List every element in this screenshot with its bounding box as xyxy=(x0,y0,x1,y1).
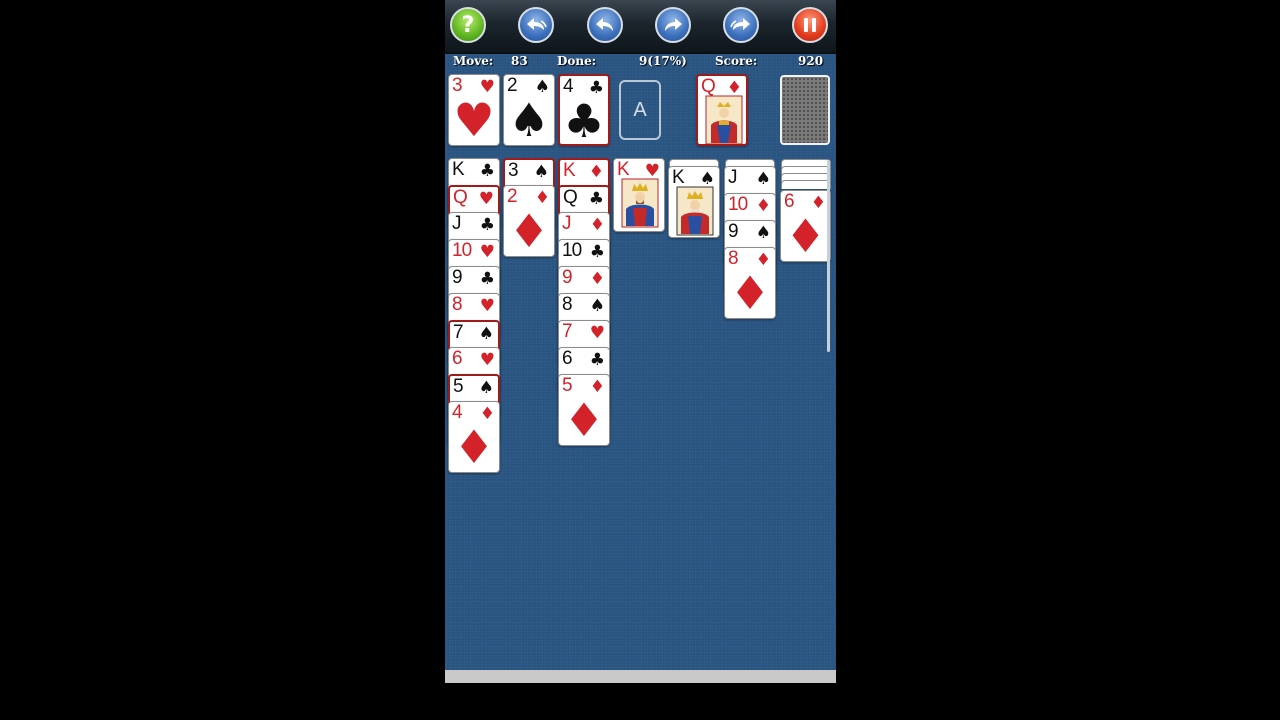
scrollbar[interactable] xyxy=(827,160,830,352)
double-redo-icon xyxy=(730,18,750,30)
foundation-spades[interactable]: 2 ♠ ♠ xyxy=(503,74,555,146)
diamond-icon: ♦ xyxy=(453,420,495,473)
waste-card[interactable]: Q ♦ xyxy=(696,74,748,146)
heart-icon: ♥ xyxy=(479,350,495,370)
done-label: Done: xyxy=(557,54,597,68)
diamond-icon: ♦ xyxy=(589,269,605,289)
score-label: Score: xyxy=(715,54,758,68)
game-screen: ? Move: 83 Done: 9(17%) Score: 920 3 ♥ ♥… xyxy=(445,0,836,683)
card-rank: Q xyxy=(563,187,578,208)
heart-icon: ♥ xyxy=(589,323,605,343)
queen-face-icon xyxy=(705,95,743,144)
card-rank: 9 xyxy=(452,267,463,288)
card-rank: 8 xyxy=(452,294,463,315)
undo-all-button[interactable] xyxy=(518,7,554,43)
foundation-clubs[interactable]: 4 ♣ ♣ xyxy=(558,74,610,146)
tableau-card[interactable]: 5 ♦ ♦ xyxy=(558,374,610,446)
spade-icon: ♠ xyxy=(755,223,771,243)
move-count: 83 xyxy=(511,54,528,68)
empty-foundation-slot[interactable]: A xyxy=(619,80,661,140)
card-rank: 7 xyxy=(453,322,464,343)
card-rank: 8 xyxy=(562,294,573,315)
ace-placeholder-label: A xyxy=(633,98,647,121)
card-rank: 6 xyxy=(562,348,573,369)
move-label: Move: xyxy=(453,54,494,68)
spade-icon: ♠ xyxy=(589,296,605,316)
status-bar: Move: 83 Done: 9(17%) Score: 920 xyxy=(445,54,836,72)
tableau-card[interactable]: 2 ♦ ♦ xyxy=(503,185,555,257)
bottom-bar xyxy=(445,670,836,683)
diamond-icon: ♦ xyxy=(508,204,550,257)
tableau-card[interactable]: 4 ♦ ♦ xyxy=(448,401,500,473)
club-icon: ♣ xyxy=(479,215,495,235)
heart-icon: ♥ xyxy=(479,296,495,316)
king-face-icon xyxy=(676,186,714,236)
redo-button[interactable] xyxy=(655,7,691,43)
diamond-icon: ♦ xyxy=(755,196,771,216)
club-icon: ♣ xyxy=(479,161,495,181)
diamond-icon: ♦ xyxy=(563,393,605,446)
redo-all-button[interactable] xyxy=(723,7,759,43)
card-rank: J xyxy=(452,213,461,234)
stock-pile[interactable] xyxy=(780,75,830,145)
spade-icon: ♠ xyxy=(755,169,771,189)
diamond-icon: ♦ xyxy=(729,266,771,319)
spade-icon: ♠ xyxy=(508,93,550,146)
card-rank: 9 xyxy=(562,267,573,288)
card-rank: K xyxy=(563,160,576,181)
score-value: 920 xyxy=(798,54,824,68)
diamond-icon: ♦ xyxy=(589,215,605,235)
card-rank: J xyxy=(562,213,571,234)
club-icon: ♣ xyxy=(589,350,605,370)
club-icon: ♣ xyxy=(479,269,495,289)
card-rank: 7 xyxy=(562,321,573,342)
help-button[interactable]: ? xyxy=(450,7,486,43)
card-rank: K xyxy=(452,159,465,180)
club-icon: ♣ xyxy=(563,94,605,146)
card-rank: Q xyxy=(453,187,468,208)
pause-button[interactable] xyxy=(792,7,828,43)
spade-icon: ♠ xyxy=(533,162,549,182)
face-down-card xyxy=(781,180,831,189)
heart-icon: ♥ xyxy=(479,242,495,262)
foundation-hearts[interactable]: 3 ♥ ♥ xyxy=(448,74,500,146)
undo-icon xyxy=(596,18,613,31)
card-rank: 5 xyxy=(453,376,464,397)
pause-icon xyxy=(804,18,816,32)
undo-button[interactable] xyxy=(587,7,623,43)
card-rank: 3 xyxy=(508,160,519,181)
redo-icon xyxy=(665,18,682,31)
tableau-card[interactable]: 6 ♦ ♦ xyxy=(780,190,831,262)
tableau-card[interactable]: 8 ♦ ♦ xyxy=(724,247,776,319)
club-icon: ♣ xyxy=(589,242,605,262)
heart-icon: ♥ xyxy=(453,93,495,146)
card-rank: 10 xyxy=(728,194,748,215)
card-rank: J xyxy=(728,167,737,188)
heart-icon: ♥ xyxy=(478,189,494,209)
king-face-icon xyxy=(621,178,659,228)
double-undo-icon xyxy=(527,18,547,30)
club-icon: ♣ xyxy=(588,189,604,209)
card-rank: 6 xyxy=(452,348,463,369)
done-value: 9(17%) xyxy=(639,54,687,68)
card-rank: 9 xyxy=(728,221,739,242)
diamond-icon: ♦ xyxy=(784,209,827,262)
tableau-card[interactable]: K ♥ xyxy=(613,158,665,232)
diamond-icon: ♦ xyxy=(588,162,604,182)
spade-icon: ♠ xyxy=(478,378,494,398)
help-icon: ? xyxy=(461,12,475,38)
spade-icon: ♠ xyxy=(478,324,494,344)
toolbar: ? xyxy=(445,0,836,54)
tableau-card[interactable]: K ♠ xyxy=(668,166,720,238)
card-rank: 10 xyxy=(452,240,472,261)
card-rank: 10 xyxy=(562,240,582,261)
